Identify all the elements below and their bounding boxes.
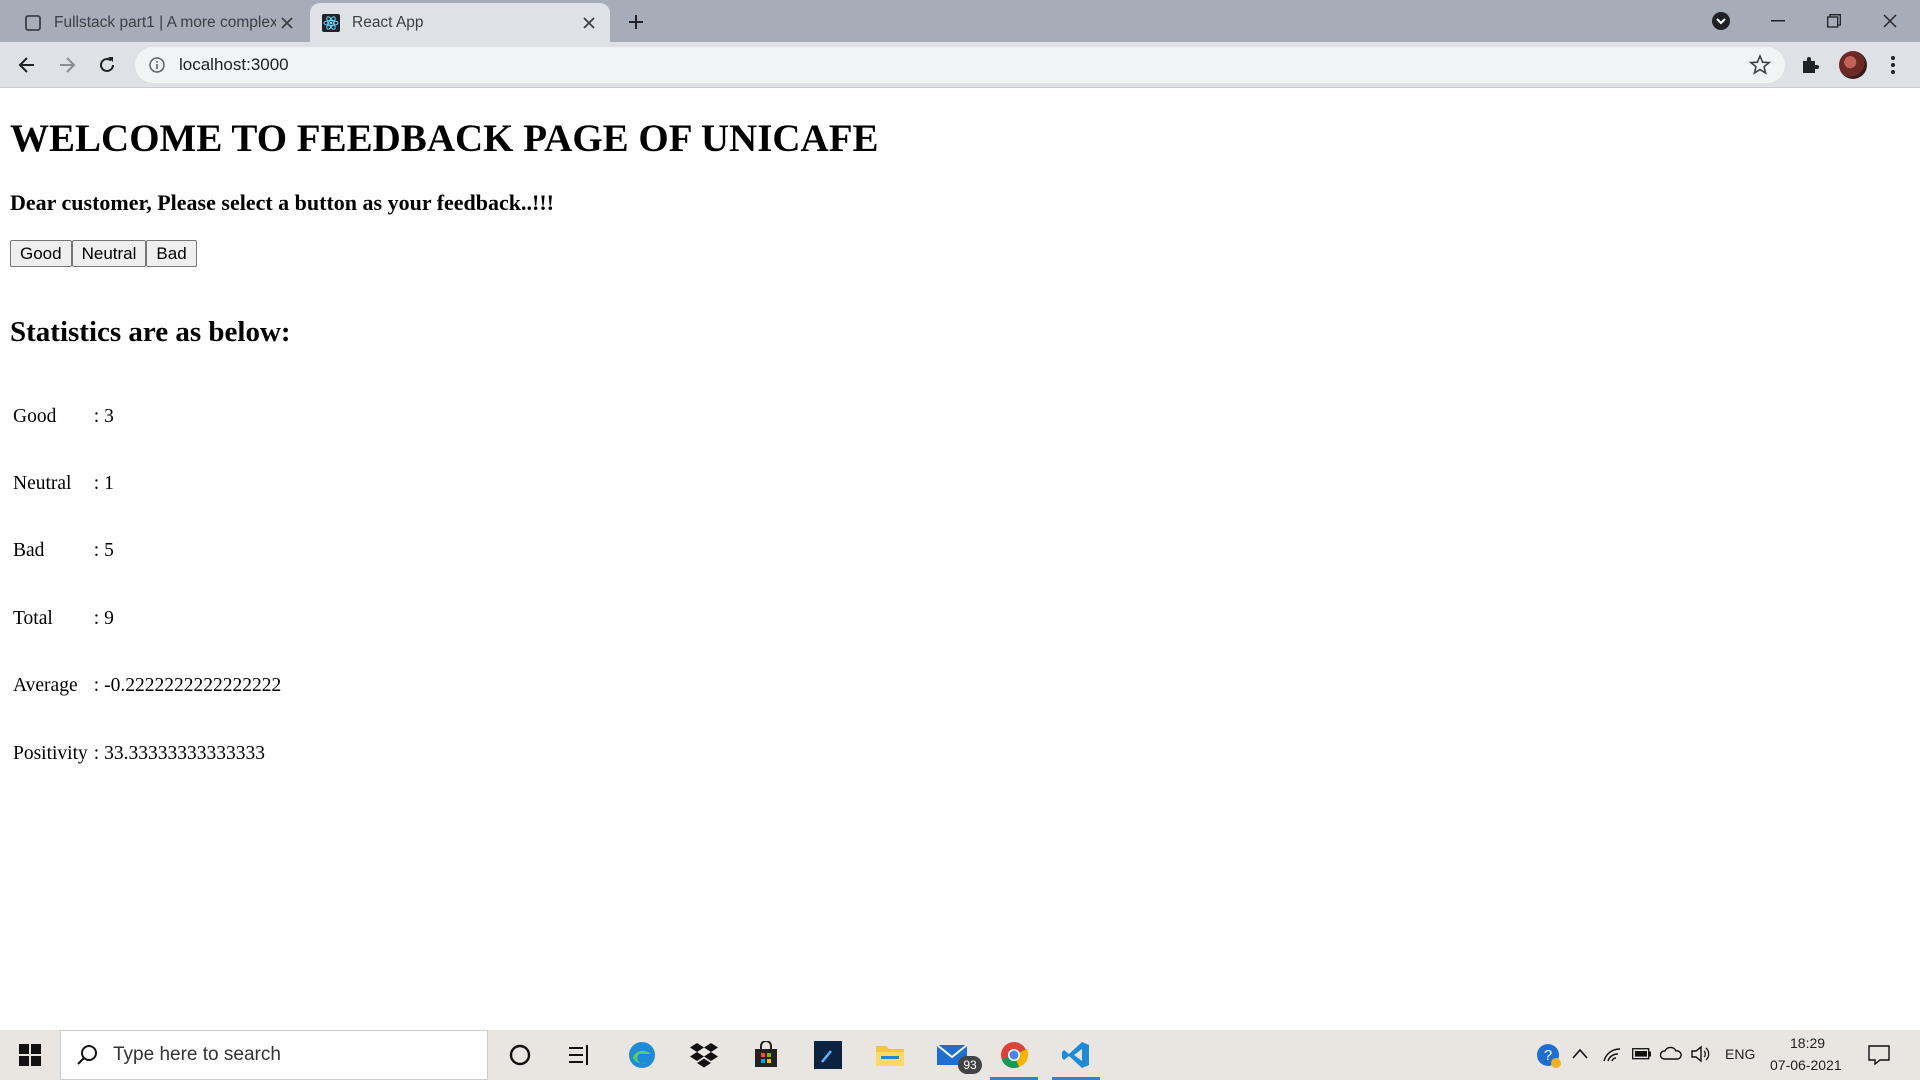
browser-tab-strip: Fullstack part1 | A more complex React A… (0, 0, 1920, 42)
stat-label: Bad (13, 540, 45, 562)
table-row: Bad : 5 (10, 518, 284, 585)
stat-value: : 33.33333333333333 (93, 742, 265, 764)
minimize-button[interactable] (1750, 0, 1806, 42)
stat-value: : 5 (93, 540, 114, 562)
search-icon (77, 1045, 97, 1065)
cortana-circle-icon (509, 1044, 531, 1066)
stat-label: Neutral (13, 473, 72, 495)
back-arrow-icon (18, 57, 34, 73)
folder-icon (876, 1046, 904, 1066)
close-icon[interactable] (276, 12, 298, 34)
volume-icon[interactable] (1690, 1045, 1710, 1063)
stat-value: : 9 (93, 607, 114, 629)
browser-toolbar: localhost:3000 (0, 42, 1920, 88)
reload-button[interactable] (92, 50, 122, 80)
forward-arrow-icon (60, 57, 76, 73)
extensions-puzzle-icon[interactable] (1799, 54, 1821, 76)
tab-search-icon[interactable] (1710, 10, 1732, 32)
restore-button[interactable] (1806, 0, 1862, 42)
stat-label: Total (13, 607, 53, 629)
file-explorer-app[interactable] (862, 1030, 918, 1080)
page-title: WELCOME TO FEEDBACK PAGE OF UNICAFE (10, 117, 879, 160)
task-view-button[interactable] (552, 1030, 608, 1080)
vscode-icon (1062, 1042, 1089, 1068)
info-icon[interactable] (149, 57, 165, 73)
notifications-icon[interactable] (1868, 1044, 1890, 1066)
neutral-button[interactable]: Neutral (71, 240, 147, 267)
new-tab-button[interactable] (622, 8, 650, 36)
wifi-icon[interactable] (1602, 1045, 1622, 1063)
store-bag-icon (755, 1041, 777, 1067)
stat-value: : 1 (93, 473, 114, 495)
profile-avatar[interactable] (1839, 51, 1867, 79)
windows-logo-icon (19, 1044, 41, 1066)
feedback-buttons: Good Neutral Bad (10, 240, 197, 267)
tab-title: Fullstack part1 | A more complex (54, 13, 277, 31)
tab-fullstack[interactable]: Fullstack part1 | A more complex (12, 3, 308, 42)
battery-icon[interactable] (1632, 1048, 1652, 1060)
page-content: WELCOME TO FEEDBACK PAGE OF UNICAFE Dear… (0, 88, 1920, 1030)
close-window-button[interactable] (1862, 0, 1918, 42)
tab-react-app[interactable]: React App (310, 3, 610, 42)
bookmark-star-icon[interactable] (1749, 54, 1771, 76)
table-row: Positivity : 33.33333333333333 (10, 720, 284, 787)
stat-label: Average (13, 675, 78, 697)
page-subtitle: Dear customer, Please select a button as… (10, 190, 555, 215)
stat-label: Good (13, 405, 57, 427)
help-icon[interactable]: ? (1536, 1043, 1562, 1069)
vscode-app[interactable] (1048, 1030, 1104, 1080)
table-row: Neutral : 1 (10, 450, 284, 517)
stat-value: : -0.2222222222222222 (93, 675, 282, 697)
language-indicator[interactable]: ENG (1725, 1046, 1755, 1062)
stat-label: Positivity (13, 742, 88, 764)
back-button[interactable] (12, 50, 42, 80)
dropbox-icon (690, 1043, 718, 1068)
plus-icon (629, 15, 643, 29)
table-row: Good : 3 (10, 383, 284, 450)
cortana-button[interactable] (492, 1030, 548, 1080)
reload-icon (100, 57, 114, 72)
statistics-table: Good : 3 Neutral : 1 Bad : 5 Total : 9 A… (10, 383, 284, 787)
search-placeholder: Type here to search (113, 1044, 281, 1065)
tab-title: React App (352, 13, 424, 31)
clock-time[interactable]: 18:29 (1790, 1035, 1825, 1051)
chrome-app[interactable] (986, 1030, 1042, 1080)
bad-button[interactable]: Bad (146, 240, 197, 267)
close-icon[interactable] (578, 12, 600, 34)
edge-icon (629, 1042, 655, 1068)
taskbar: Type here to search 93 ? ENG 18:29 07-06… (0, 1030, 1920, 1080)
store-app[interactable] (738, 1030, 794, 1080)
address-bar[interactable]: localhost:3000 (135, 47, 1785, 83)
terminal-icon (814, 1041, 842, 1069)
react-icon (322, 13, 340, 32)
table-row: Average : -0.2222222222222222 (10, 653, 284, 720)
taskbar-search[interactable]: Type here to search (60, 1030, 488, 1080)
mail-badge: 93 (958, 1056, 982, 1074)
stat-value: : 3 (93, 405, 114, 427)
powershell-app[interactable] (800, 1030, 856, 1080)
svg-text:?: ? (1544, 1047, 1552, 1064)
more-menu-icon[interactable] (1882, 54, 1904, 76)
onedrive-cloud-icon[interactable] (1660, 1046, 1682, 1060)
table-row: Total : 9 (10, 585, 284, 652)
url-text[interactable]: localhost:3000 (179, 55, 1749, 75)
chrome-icon (1001, 1042, 1029, 1069)
clock-date[interactable]: 07-06-2021 (1770, 1057, 1842, 1073)
statistics-heading: Statistics are as below: (10, 316, 291, 348)
forward-button[interactable] (52, 50, 82, 80)
edge-app[interactable] (614, 1030, 670, 1080)
good-button[interactable]: Good (10, 240, 72, 267)
start-button[interactable] (2, 1030, 58, 1080)
task-view-icon (569, 1045, 588, 1065)
chevron-up-icon[interactable] (1572, 1048, 1588, 1060)
dropbox-app[interactable] (676, 1030, 732, 1080)
page-icon (25, 14, 41, 31)
